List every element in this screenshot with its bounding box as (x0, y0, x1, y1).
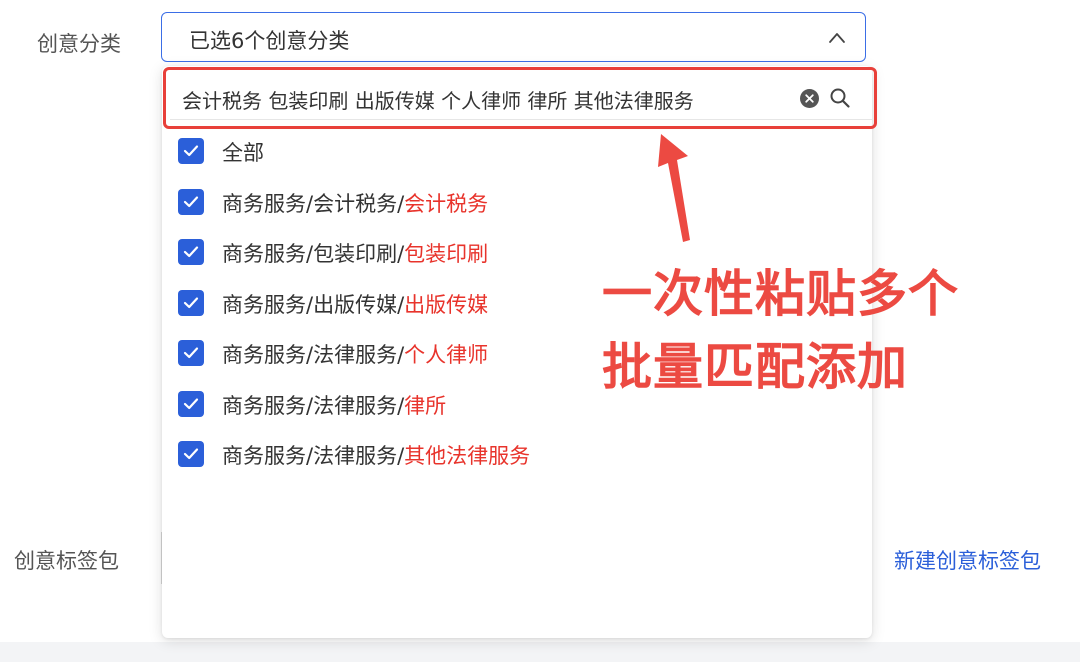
category-field-label: 创意分类 (37, 32, 121, 56)
category-option-label: 商务服务/法律服务/个人律师 (222, 339, 488, 369)
category-option-row[interactable]: 全部 (178, 135, 858, 186)
annotation-text-line-2: 批量匹配添加 (602, 338, 908, 396)
checkbox-checked-icon[interactable] (178, 138, 204, 164)
category-option-match: 其他法律服务 (404, 444, 531, 468)
checkbox-checked-icon[interactable] (178, 289, 204, 316)
checkbox-checked-icon[interactable] (178, 239, 204, 265)
category-option-label: 商务服务/法律服务/其他法律服务 (222, 440, 530, 470)
category-option-row[interactable]: 商务服务/法律服务/其他法律服务 (178, 438, 858, 489)
category-option-match: 出版传媒 (404, 292, 489, 317)
category-option-match: 个人律师 (404, 343, 489, 367)
search-input-value: 会计税务 包装印刷 出版传媒 个人律师 律所 其他法律服务 (182, 89, 694, 113)
category-option-match: 会计税务 (404, 191, 489, 216)
category-select-value: 已选6个创意分类 (189, 29, 350, 53)
category-option-label: 商务服务/包装印刷/包装印刷 (222, 238, 488, 268)
chevron-up-icon[interactable] (827, 28, 847, 48)
new-tagpack-link[interactable]: 新建创意标签包 (894, 545, 1041, 575)
category-option-path: 商务服务/法律服务/ (222, 343, 405, 367)
category-option-label: 全部 (222, 137, 264, 167)
category-option-match: 律所 (404, 393, 447, 418)
page-bottom-strip (0, 642, 1080, 662)
category-option-match: 包装印刷 (404, 242, 489, 266)
checkbox-checked-icon[interactable] (178, 390, 204, 417)
category-option-path: 全部 (222, 141, 264, 165)
category-option-label: 商务服务/法律服务/律所 (222, 390, 446, 420)
category-option-path: 商务服务/出版传媒/ (222, 292, 405, 317)
category-option-path: 商务服务/包装印刷/ (222, 242, 405, 266)
checkbox-checked-icon[interactable] (178, 340, 204, 366)
category-option-label: 商务服务/会计税务/会计税务 (222, 188, 488, 218)
checkbox-checked-icon[interactable] (178, 441, 204, 467)
clear-icon[interactable] (800, 89, 819, 108)
checkbox-checked-icon[interactable] (178, 188, 204, 215)
category-option-path: 商务服务/法律服务/ (222, 393, 405, 418)
category-search-input[interactable]: 会计税务 包装印刷 出版传媒 个人律师 律所 其他法律服务 (170, 72, 872, 120)
category-option-path: 商务服务/会计税务/ (222, 191, 405, 216)
tagpack-field-label: 创意标签包 (14, 549, 119, 573)
annotation-text-line-1: 一次性粘贴多个 (602, 265, 959, 323)
category-option-row[interactable]: 商务服务/会计税务/会计税务 (178, 186, 858, 237)
search-icon[interactable] (828, 86, 852, 110)
category-option-path: 商务服务/法律服务/ (222, 444, 405, 468)
category-select[interactable]: 已选6个创意分类 (161, 12, 866, 62)
category-option-label: 商务服务/出版传媒/出版传媒 (222, 289, 488, 319)
